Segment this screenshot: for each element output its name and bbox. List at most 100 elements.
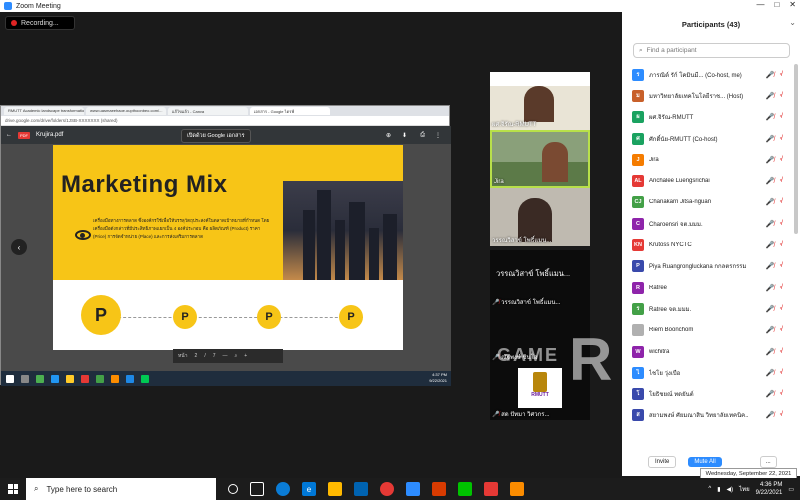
participant-search-input[interactable]: ⌕ Find a participant (633, 43, 790, 58)
video-off-icon[interactable]: ▫̸ (780, 156, 782, 164)
participant-row[interactable]: ผ ผศ.จิรัณ-RMUTT 🎤̸ ▫̸ (622, 107, 800, 128)
mic-muted-icon[interactable]: 🎤̸ (766, 369, 775, 377)
video-off-icon[interactable]: ▫̸ (780, 369, 782, 377)
video-off-icon[interactable]: ▫̸ (780, 411, 782, 419)
panel-collapse-icon[interactable]: ⌄ (789, 18, 796, 27)
video-off-icon[interactable]: ▫̸ (780, 305, 782, 313)
mic-muted-icon[interactable]: 🎤̸ (766, 241, 775, 249)
mic-muted-icon[interactable]: 🎤̸ (766, 284, 775, 292)
video-off-icon[interactable]: ▫̸ (780, 348, 782, 356)
participant-row[interactable]: ศ ศักดิ์นัย-RMUTT (Co-host) 🎤̸ ▫̸ (622, 128, 800, 149)
participant-row[interactable]: ไ ไชโย วุ่งเบือ 🎤̸ ▫̸ (622, 362, 800, 383)
more-button[interactable]: ... (759, 456, 777, 468)
previous-file-icon[interactable]: ‹ (11, 239, 27, 255)
app-icon[interactable] (510, 482, 524, 496)
participant-row[interactable]: AL Anchalee Luengsrichai 🎤̸ ▫̸ (622, 170, 800, 191)
notifications-icon[interactable]: ▭ (788, 486, 794, 493)
network-icon[interactable]: ▮ (717, 486, 720, 493)
powerpoint-icon[interactable] (432, 482, 446, 496)
language-indicator[interactable]: ไทย (739, 484, 750, 494)
video-off-icon[interactable]: ▫̸ (780, 262, 782, 270)
video-tile-off[interactable]: วรรณวิสาข์ โพธิ์แมน... 🎤̸ วรรณวิสาข์ โพธ… (490, 250, 590, 308)
video-tile-active-speaker[interactable]: Jira (490, 130, 590, 188)
print-icon[interactable]: ⎙ (420, 132, 425, 139)
line-icon[interactable] (458, 482, 472, 496)
participant-row[interactable]: Wwichitra 🎤̸ ▫̸ (622, 341, 800, 362)
browser-tab[interactable]: แก้ไขแล้ว - Canva (168, 107, 248, 115)
video-tile-off[interactable]: 🎤̸ ณัฐพงษ์ ชินโอ (490, 305, 590, 363)
video-off-icon[interactable]: ▫̸ (780, 390, 782, 398)
browser-tab[interactable]: RMUTT Academic landscape transformation.… (4, 107, 84, 115)
start-button[interactable] (0, 478, 26, 500)
current-page[interactable]: 2 (195, 353, 198, 359)
store-icon[interactable] (354, 482, 368, 496)
browser-tab[interactable]: www.uasmaeehaoe.oupthoonbeo.com/... (86, 107, 166, 115)
video-off-icon[interactable]: ▫̸ (780, 284, 782, 292)
recording-indicator[interactable]: Recording... (5, 16, 75, 30)
video-off-icon[interactable]: ▫̸ (780, 241, 782, 249)
zoom-taskbar-icon[interactable] (406, 482, 420, 496)
mic-muted-icon[interactable]: 🎤̸ (766, 326, 775, 334)
file-explorer-icon[interactable] (328, 482, 342, 496)
participant-row[interactable]: โ โยธิชยณ์ ทดยันต์ 🎤̸ ▫̸ (622, 383, 800, 404)
mic-muted-icon[interactable]: 🎤̸ (766, 135, 775, 143)
mic-muted-icon[interactable]: 🎤̸ (766, 348, 775, 356)
mic-muted-icon[interactable]: 🎤̸ (766, 71, 775, 79)
task-view-icon[interactable] (250, 482, 264, 496)
video-off-icon[interactable]: ▫̸ (780, 177, 782, 185)
mic-muted-icon[interactable]: 🎤̸ (766, 220, 775, 228)
participant-row[interactable]: R Ratree 🎤̸ ▫̸ (622, 277, 800, 298)
mic-muted-icon[interactable]: 🎤̸ (766, 92, 775, 100)
maximize-button[interactable]: □ (774, 0, 779, 9)
mic-muted-icon[interactable]: 🎤̸ (766, 113, 775, 121)
mic-muted-icon[interactable]: 🎤̸ (766, 156, 775, 164)
browser-tab-active[interactable]: เอกสาร - Google ไดรฟ์ (250, 107, 330, 115)
video-off-icon[interactable]: ▫̸ (780, 198, 782, 206)
open-with-button[interactable]: เปิดด้วย Google เอกสาร (181, 129, 251, 143)
video-off-icon[interactable]: ▫̸ (780, 135, 782, 143)
video-off-icon[interactable]: ▫̸ (780, 71, 782, 79)
cortana-icon[interactable] (228, 484, 238, 494)
add-to-drive-icon[interactable]: ⊕ (386, 132, 391, 139)
app-icon[interactable] (484, 482, 498, 496)
participant-row[interactable]: ส สยามพงษ์ ศัยมณาสิน วิทยาลัยเทคนิค... 🎤̸ ▫… (622, 405, 800, 426)
video-off-icon[interactable]: ▫̸ (780, 220, 782, 228)
more-options-icon[interactable]: ⋮ (435, 132, 441, 139)
invite-button[interactable]: Invite (648, 456, 677, 468)
video-off-icon[interactable]: ▫̸ (780, 113, 782, 121)
participant-row[interactable]: P Piya Ruangrongluckana กกลตรกรรม 🎤̸ ▫̸ (622, 256, 800, 277)
back-arrow-icon[interactable]: ← (6, 132, 12, 138)
video-off-icon[interactable]: ▫̸ (780, 92, 782, 100)
mic-muted-icon[interactable]: 🎤̸ (766, 305, 775, 313)
mic-muted-icon[interactable]: 🎤̸ (766, 177, 775, 185)
video-tile[interactable]: RMUTT 🎤̸ สด ปัทมา วิศวกร... (490, 362, 590, 420)
participant-row[interactable]: ร Ratree จต.มมม. 🎤̸ ▫̸ (622, 298, 800, 319)
mic-muted-icon[interactable]: 🎤̸ (766, 198, 775, 206)
taskbar-search-box[interactable]: ⌕ Type here to search (26, 478, 216, 500)
participant-list-scrollbar[interactable] (794, 64, 798, 234)
mic-muted-icon[interactable]: 🎤̸ (766, 262, 775, 270)
taskbar-clock[interactable]: 4:36 PM 9/22/2021 (756, 481, 783, 497)
mic-muted-icon[interactable]: 🎤̸ (766, 411, 775, 419)
mute-all-button[interactable]: Mute All (688, 457, 722, 467)
ie-icon[interactable]: e (302, 482, 316, 496)
minimize-button[interactable]: — (756, 0, 764, 9)
edge-icon[interactable] (276, 482, 290, 496)
participant-row[interactable]: C Charoensri จต.มมม. 🎤̸ ▫̸ (622, 213, 800, 234)
participant-row[interactable]: ม มหาวิทยาลัยเทคโนโลยีราช... (Host) 🎤̸ ▫̸ (622, 85, 800, 106)
video-tile[interactable]: วรรณวิสาข์ โพธิ์แมน... (490, 188, 590, 246)
download-icon[interactable]: ⬇ (402, 132, 407, 139)
participant-row[interactable]: ร ภารณิต์ รัก์ โคมินมี... (Co-host, me) 🎤̸… (622, 64, 800, 85)
participant-row[interactable]: KN Krutoss NYCTC 🎤̸ ▫̸ (622, 234, 800, 255)
participant-row[interactable]: J Jira 🎤̸ ▫̸ (622, 149, 800, 170)
participant-row[interactable]: CJ Chanakarn Jitsa-nguan 🎤̸ ▫̸ (622, 192, 800, 213)
mic-muted-icon[interactable]: 🎤̸ (766, 390, 775, 398)
participant-row[interactable]: Riem Boonchom 🎤̸ ▫̸ (622, 320, 800, 341)
zoom-out-button[interactable]: — (222, 353, 227, 359)
video-tile[interactable]: ผศ.จิรัณ-RMUTT (490, 72, 590, 130)
video-off-icon[interactable]: ▫̸ (780, 326, 782, 334)
tray-chevron-icon[interactable]: ^ (708, 486, 711, 492)
chrome-icon[interactable] (380, 482, 394, 496)
volume-icon[interactable]: ◀) (727, 486, 734, 493)
close-button[interactable]: ✕ (789, 0, 796, 9)
